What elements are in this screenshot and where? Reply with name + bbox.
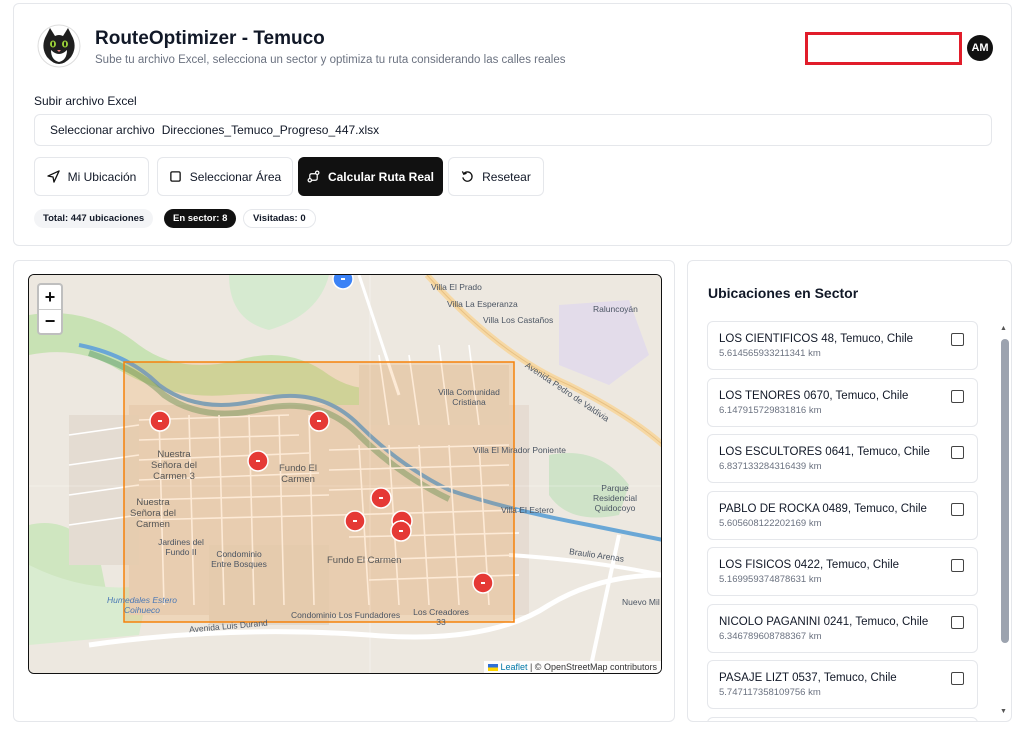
item-address: LOS ESCULTORES 0641, Temuco, Chile — [719, 446, 930, 458]
calculate-route-label: Calcular Ruta Real — [327, 169, 435, 184]
item-checkbox[interactable] — [951, 616, 964, 629]
item-address: PABLO DE ROCKA 0489, Temuco, Chile — [719, 503, 927, 515]
choose-file-button[interactable]: Seleccionar archivo — [50, 123, 155, 137]
list-item[interactable]: PABLO DE ROCKA 0489, Temuco, Chile 5.605… — [707, 491, 978, 540]
item-address: LOS FISICOS 0422, Temuco, Chile — [719, 559, 900, 571]
header-card: RouteOptimizer - Temuco Sube tu archivo … — [13, 3, 1012, 246]
calculate-route-button[interactable]: Calcular Ruta Real — [298, 157, 443, 196]
item-address: NICOLO PAGANINI 0241, Temuco, Chile — [719, 616, 929, 628]
zoom-out-button[interactable]: − — [39, 309, 61, 333]
square-icon — [170, 171, 181, 182]
item-distance: 6.147915729831816 km — [719, 405, 822, 416]
upload-label: Subir archivo Excel — [34, 94, 137, 108]
total-badge: Total: 447 ubicaciones — [34, 209, 154, 228]
item-checkbox[interactable] — [951, 390, 964, 403]
map-label: Jardines del Fundo II — [158, 537, 204, 557]
map-marker — [472, 572, 494, 594]
zoom-in-button[interactable]: + — [39, 285, 61, 309]
list-item[interactable]: LOS CIENTIFICOS 48, Temuco, Chile 5.6145… — [707, 321, 978, 370]
select-area-button[interactable]: Seleccionar Área — [157, 157, 293, 196]
map-label: Nuestra Señora del Carmen 3 — [151, 449, 197, 482]
map-marker — [370, 487, 392, 509]
rotate-ccw-icon — [461, 171, 473, 182]
list-item[interactable]: LOS ESCULTORES 0641, Temuco, Chile 6.837… — [707, 434, 978, 483]
list-item[interactable]: LOS FISICOS 0422, Temuco, Chile 5.169959… — [707, 547, 978, 596]
map-label: Nuevo Mil — [622, 597, 660, 607]
panel-title: Ubicaciones en Sector — [708, 285, 859, 301]
item-address: PASAJE LIZT 0537, Temuco, Chile — [719, 672, 897, 684]
ukraine-flag-icon — [487, 664, 498, 672]
sector-badge: En sector: 8 — [164, 209, 237, 228]
item-distance: 5.169959374878631 km — [719, 574, 822, 585]
list-item[interactable] — [707, 717, 978, 721]
map-label: Villa El Prado — [431, 282, 482, 292]
map-label: Villa Los Castaños — [483, 315, 554, 325]
item-distance: 5.747117358109756 km — [719, 687, 821, 698]
item-checkbox[interactable] — [951, 446, 964, 459]
locations-list[interactable]: LOS CIENTIFICOS 48, Temuco, Chile 5.6145… — [707, 321, 978, 721]
avatar[interactable]: AM — [967, 35, 993, 61]
map-label: Nuestra Señora del Carmen — [130, 497, 176, 530]
map-marker — [308, 410, 330, 432]
reset-button[interactable]: Resetear — [448, 157, 544, 196]
select-area-label: Seleccionar Área — [189, 169, 282, 184]
app-subtitle: Sube tu archivo Excel, selecciona un sec… — [95, 54, 566, 66]
map-label: Los Creadores 33 — [413, 607, 469, 627]
map-marker — [344, 510, 366, 532]
map-label: Humedales Estero Coihueco — [107, 595, 177, 615]
route-icon — [307, 170, 320, 183]
item-address: LOS TENORES 0670, Temuco, Chile — [719, 390, 909, 402]
visited-badge: Visitadas: 0 — [243, 209, 316, 228]
map-marker — [247, 450, 269, 472]
scroll-down-icon[interactable]: ▼ — [1000, 708, 1007, 715]
zoom-control: + − — [37, 283, 63, 335]
file-input[interactable]: Seleccionar archivo Direcciones_Temuco_P… — [34, 114, 992, 146]
item-checkbox[interactable] — [951, 333, 964, 346]
highlight-box — [805, 32, 962, 65]
attribution-text: | © OpenStreetMap contributors — [527, 662, 657, 672]
scrollbar-thumb[interactable] — [1001, 339, 1009, 643]
my-location-button[interactable]: Mi Ubicación — [34, 157, 149, 196]
map-label: Condominio Entre Bosques — [211, 549, 267, 569]
list-item[interactable]: LOS TENORES 0670, Temuco, Chile 6.147915… — [707, 378, 978, 427]
map-marker — [390, 520, 412, 542]
map-label: Raluncoyán — [593, 304, 638, 314]
scroll-up-icon[interactable]: ▲ — [1000, 325, 1007, 332]
user-location-marker — [332, 275, 354, 290]
map-label: Villa El Mirador Poniente — [473, 445, 566, 455]
map-label: Villa La Esperanza — [447, 299, 518, 309]
my-location-label: Mi Ubicación — [67, 169, 137, 184]
item-distance: 5.605608122202169 km — [719, 518, 822, 529]
map-label: Villa Comunidad Cristiana — [438, 387, 500, 407]
map-label: Condominio Los Fundadores — [291, 610, 401, 620]
map-label: Fundo El Carmen — [327, 555, 402, 566]
map-label: Parque Residencial Quidocoyo — [593, 483, 637, 513]
reset-label: Resetear — [482, 169, 531, 184]
map[interactable]: Villa El Prado Villa La Esperanza Villa … — [28, 274, 662, 674]
app-title: RouteOptimizer - Temuco — [95, 28, 325, 49]
item-address: LOS CIENTIFICOS 48, Temuco, Chile — [719, 333, 914, 345]
map-attribution: Leaflet | © OpenStreetMap contributors — [483, 661, 661, 673]
item-checkbox[interactable] — [951, 503, 964, 516]
item-checkbox[interactable] — [951, 672, 964, 685]
item-distance: 5.614565933211341 km — [719, 348, 821, 359]
map-marker — [149, 410, 171, 432]
list-item[interactable]: PASAJE LIZT 0537, Temuco, Chile 5.747117… — [707, 660, 978, 709]
list-scrollbar[interactable]: ▲ ▼ — [998, 321, 1010, 721]
list-item[interactable]: NICOLO PAGANINI 0241, Temuco, Chile 6.34… — [707, 604, 978, 653]
map-label: Villa El Estero — [501, 505, 554, 515]
item-distance: 6.837133284316439 km — [719, 461, 822, 472]
item-checkbox[interactable] — [951, 559, 964, 572]
navigation-icon — [46, 170, 60, 183]
map-card: Villa El Prado Villa La Esperanza Villa … — [13, 260, 675, 722]
sector-locations-panel: Ubicaciones en Sector LOS CIENTIFICOS 48… — [687, 260, 1012, 722]
cat-logo-icon — [37, 24, 81, 68]
map-label: Fundo El Carmen — [278, 463, 318, 485]
leaflet-link[interactable]: Leaflet — [500, 662, 527, 672]
item-distance: 6.346789608788367 km — [719, 631, 822, 642]
file-name: Direcciones_Temuco_Progreso_447.xlsx — [161, 123, 380, 137]
